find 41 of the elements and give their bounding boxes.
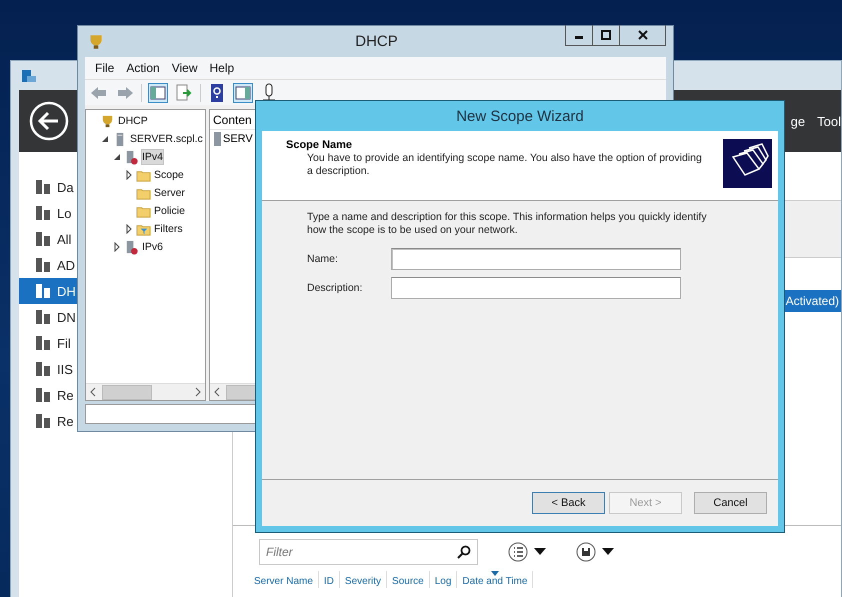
field-label: Name: (307, 252, 339, 264)
column-header[interactable]: ID (318, 571, 340, 588)
tree-item[interactable]: Policie (153, 203, 186, 219)
menu-item[interactable]: View (166, 61, 204, 75)
tree-item[interactable]: IPv4 (141, 149, 164, 165)
sidebar-item[interactable]: Fil (19, 330, 77, 356)
sidebar-item[interactable]: AD (19, 252, 77, 278)
tree-item[interactable]: DHCP (117, 113, 149, 129)
column-header[interactable]: Source (387, 571, 430, 588)
menu-item[interactable]: Help (204, 61, 240, 75)
tree-item[interactable]: SERVER.scpl.c (129, 131, 204, 147)
sidebar-item[interactable]: DH (19, 278, 77, 304)
page-subtitle: You have to provide an identifying scope name. You also have the option of providing a description. (306, 152, 703, 178)
sidebar-item[interactable]: DN (19, 304, 77, 330)
column-header[interactable]: Date and Time (457, 571, 534, 588)
instruction-text: Type a name and description for this scope. This information helps you quickly identify how the scope is to be used on your network. (307, 211, 708, 237)
sidebar-item[interactable]: IIS (19, 356, 77, 382)
filter-field[interactable]: Filter (259, 539, 478, 565)
column-header[interactable]: Server Name (249, 571, 319, 588)
sidebar-item[interactable]: All (19, 226, 77, 252)
page-heading: Scope Name (286, 139, 354, 151)
column-header[interactable]: Log (430, 571, 458, 588)
header-menu-item[interactable]: Tool (817, 114, 841, 128)
tree-item[interactable]: Scope (153, 167, 185, 183)
sidebar-item[interactable]: Lo (19, 200, 77, 226)
dialog-button[interactable]: Cancel (694, 492, 767, 514)
header-menu-item[interactable]: ge (790, 114, 806, 128)
sidebar-item[interactable]: Re (19, 408, 77, 434)
menu-item[interactable]: Action (120, 61, 166, 75)
dialog-title: New Scope Wizard (455, 106, 585, 126)
menu-item[interactable]: File (89, 61, 120, 75)
field-label: Description: (307, 282, 364, 294)
sidebar-item[interactable]: Da (19, 174, 77, 200)
window-title: DHCP (355, 33, 399, 50)
tree-item[interactable]: IPv6 (141, 239, 164, 255)
dialog-button[interactable]: < Back (532, 492, 605, 514)
tree-item[interactable]: Server (153, 185, 186, 201)
list-item[interactable]: SERV (223, 133, 253, 145)
column-header[interactable]: Severity (340, 571, 388, 588)
tree-item[interactable]: Filters (153, 221, 184, 237)
sidebar-item[interactable]: Re (19, 382, 77, 408)
